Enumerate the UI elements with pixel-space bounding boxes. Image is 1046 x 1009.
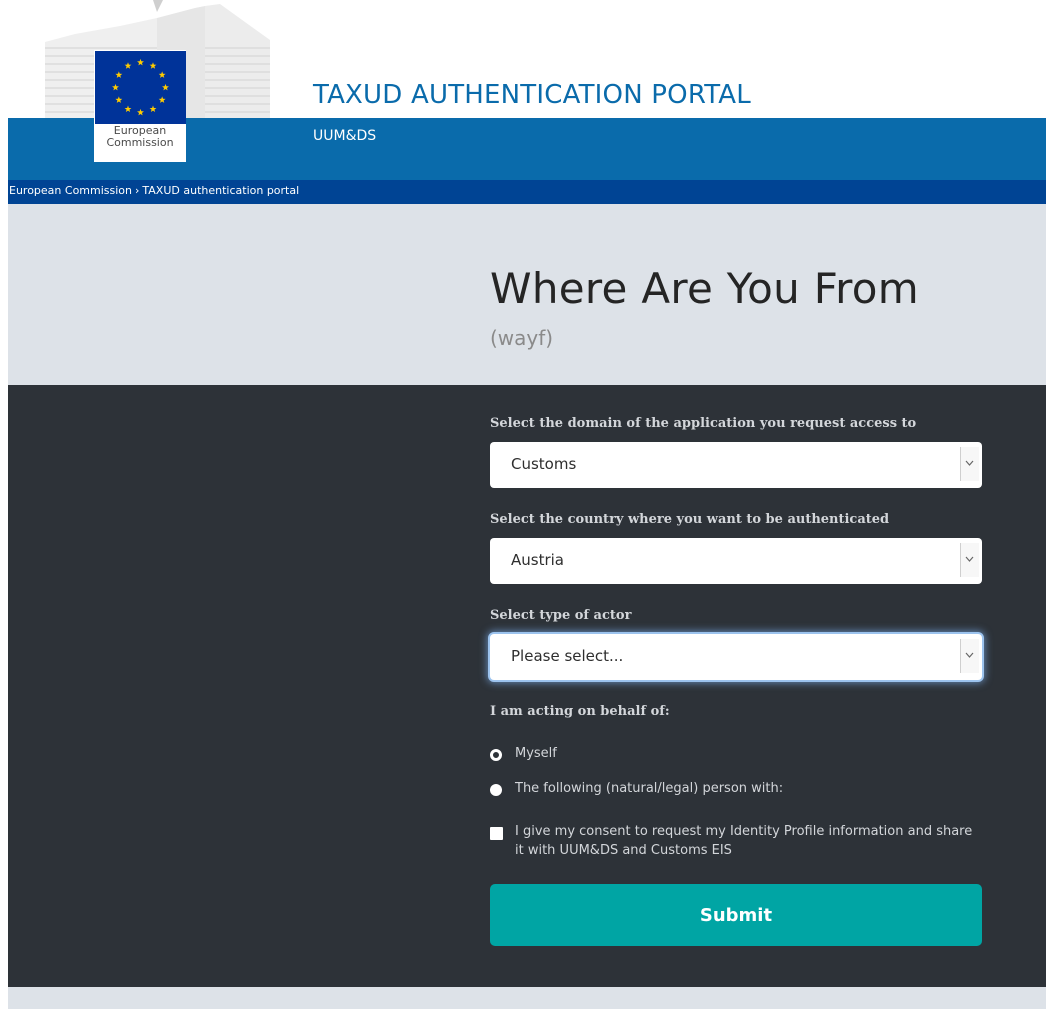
- page-title: Where Are You From: [490, 264, 919, 313]
- consent-checkbox[interactable]: [490, 827, 503, 840]
- footer-strip: [8, 987, 1046, 1009]
- consent-label[interactable]: I give my consent to request my Identity…: [515, 822, 975, 860]
- country-select[interactable]: Austria: [490, 538, 982, 584]
- page-subtitle: (wayf): [490, 326, 554, 350]
- behalf-label: I am acting on behalf of:: [490, 704, 670, 719]
- domain-select[interactable]: Customs: [490, 442, 982, 488]
- european-commission-logo[interactable]: European Commission: [94, 50, 186, 162]
- breadcrumb-item-taxud-portal: TAXUD authentication portal: [142, 184, 300, 197]
- breadcrumb-item-european-commission[interactable]: European Commission: [9, 184, 132, 197]
- actor-select-arrow[interactable]: [960, 639, 979, 673]
- chevron-down-icon: [965, 460, 974, 466]
- actor-select-value: Please select...: [511, 647, 624, 665]
- logo-text: European Commission: [94, 125, 186, 149]
- country-select-value: Austria: [511, 551, 564, 569]
- chevron-down-icon: [965, 652, 974, 658]
- domain-select-arrow[interactable]: [960, 447, 979, 481]
- country-label: Select the country where you want to be …: [490, 512, 890, 527]
- radio-myself[interactable]: [490, 749, 502, 761]
- radio-other[interactable]: [490, 784, 502, 796]
- breadcrumb: European Commission › TAXUD authentication…: [9, 184, 299, 197]
- chevron-down-icon: [965, 556, 974, 562]
- breadcrumb-separator-icon: ›: [135, 184, 140, 197]
- radio-myself-label[interactable]: Myself: [515, 746, 557, 761]
- domain-select-value: Customs: [511, 455, 577, 473]
- submit-button[interactable]: Submit: [490, 884, 982, 946]
- site-title: TAXUD AUTHENTICATION PORTAL: [313, 80, 751, 110]
- site-subtitle: UUM&DS: [313, 128, 377, 144]
- domain-label: Select the domain of the application you…: [490, 416, 917, 431]
- actor-select[interactable]: Please select...: [490, 634, 982, 680]
- radio-other-label[interactable]: The following (natural/legal) person wit…: [515, 781, 783, 796]
- eu-flag-icon: [95, 51, 186, 124]
- country-select-arrow[interactable]: [960, 543, 979, 577]
- actor-label: Select type of actor: [490, 608, 632, 623]
- logo-line-2: Commission: [106, 136, 174, 149]
